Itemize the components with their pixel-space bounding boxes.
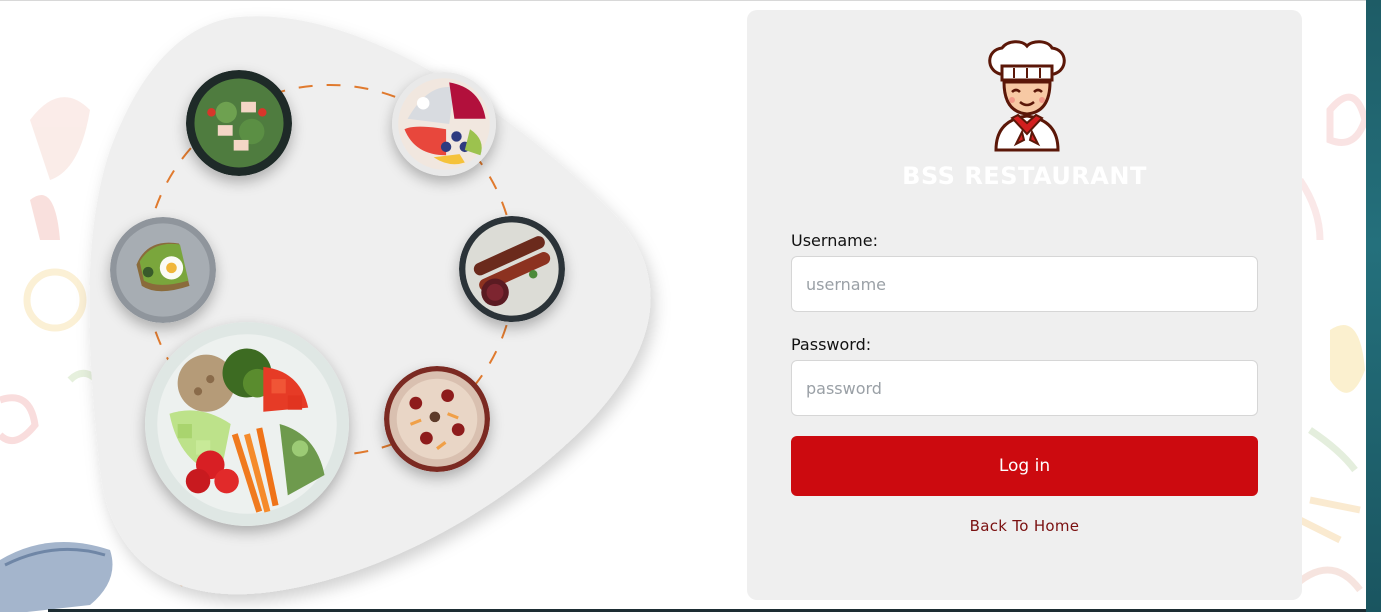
password-input[interactable] <box>791 360 1258 416</box>
dish-salad-image <box>186 70 292 176</box>
username-label: Username: <box>791 231 878 250</box>
hero-food-illustration <box>0 0 720 612</box>
hero-blob-background <box>89 16 651 595</box>
password-label: Password: <box>791 335 872 354</box>
login-card: BSS RESTAURANT Username: Password: Log i… <box>747 10 1302 600</box>
window-right-edge <box>1366 0 1381 612</box>
dish-pizza-image <box>384 366 490 472</box>
dish-avocado-toast-image <box>110 217 216 323</box>
brand-title: BSS RESTAURANT <box>902 162 1147 190</box>
dish-fruit-bowl-image <box>392 72 496 176</box>
dish-meat-skewers-image <box>459 216 565 322</box>
login-button[interactable]: Log in <box>791 436 1258 496</box>
chef-mascot-icon <box>988 40 1066 152</box>
back-to-home-link[interactable]: Back To Home <box>747 517 1302 535</box>
dish-veggie-bowl-image <box>145 322 349 526</box>
username-input[interactable] <box>791 256 1258 312</box>
